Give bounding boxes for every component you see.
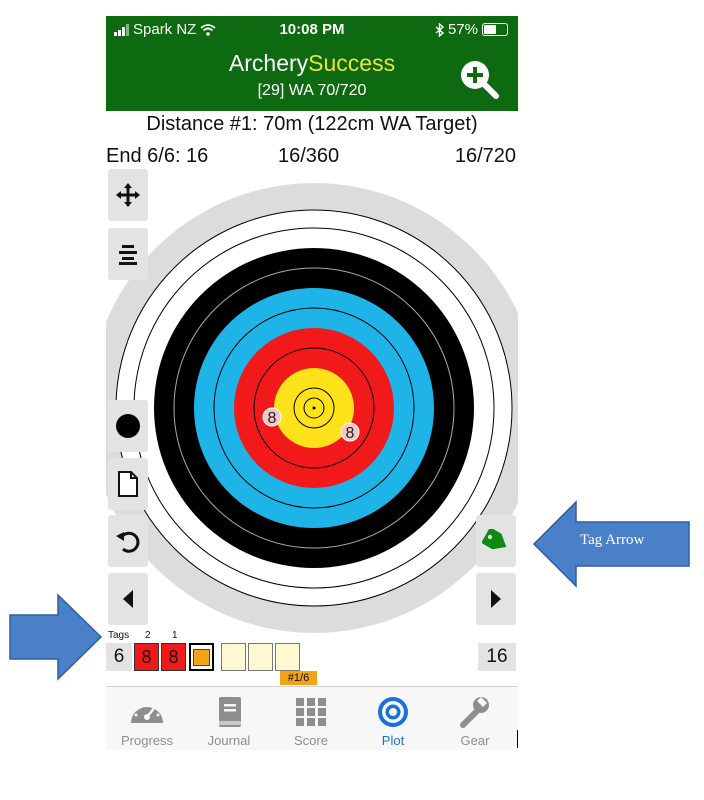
document-icon	[118, 471, 138, 497]
tab-gear[interactable]: Gear	[434, 687, 516, 750]
app-title-part2: Success	[308, 50, 396, 76]
tab-plot[interactable]: Plot	[352, 687, 434, 750]
arrow-score-cell-selected[interactable]	[189, 643, 214, 671]
wrench-icon	[460, 697, 489, 728]
divider-line	[517, 730, 518, 748]
tag-arrow-button[interactable]	[476, 515, 516, 567]
next-end-button[interactable]	[476, 573, 516, 625]
dot-icon	[116, 414, 140, 438]
callout-arrow-right-icon	[9, 593, 103, 681]
status-right-group: 57%	[435, 21, 508, 38]
arrow-score-cell[interactable]: 8	[134, 643, 159, 671]
book-icon	[219, 697, 241, 727]
bluetooth-icon	[435, 22, 444, 37]
tab-label: Plot	[381, 733, 405, 748]
app-title: ArcherySuccess	[106, 50, 518, 77]
chevron-right-icon	[491, 590, 501, 608]
undo-icon	[116, 531, 140, 553]
battery-percent: 57%	[447, 21, 478, 38]
end-number: 6	[106, 643, 132, 671]
zoom-in-icon[interactable]	[458, 58, 500, 100]
tab-label: Score	[294, 733, 328, 748]
tab-score[interactable]: Score	[270, 687, 352, 750]
tags-row-callout	[8, 593, 104, 681]
move-button[interactable]	[108, 169, 148, 221]
tab-label: Progress	[120, 733, 174, 748]
target-icon	[378, 697, 408, 727]
callout-text: Tag Arrow	[580, 532, 645, 548]
grid-icon	[296, 698, 326, 726]
phone-screen: Spark NZ 10:08 PM 57% ArcherySuccess [29…	[106, 16, 518, 750]
app-title-part1: Archery	[228, 50, 309, 76]
tag-icon	[482, 529, 507, 550]
round-subtitle: [29] WA 70/720	[257, 82, 367, 99]
tab-progress[interactable]: Progress	[106, 687, 188, 750]
distance-info: Distance #1: 70m (122cm WA Target)	[146, 113, 478, 135]
current-arrow-marker	[193, 648, 210, 666]
previous-end-button[interactable]	[108, 573, 148, 625]
end-indicator: #1/6	[280, 671, 317, 685]
align-center-icon	[119, 245, 137, 265]
tab-bar: Progress Journal Score Plot Gear	[106, 686, 518, 750]
undo-button[interactable]	[108, 515, 148, 567]
tag-number: 1	[172, 630, 178, 641]
round-total: 16/720	[454, 145, 516, 167]
move-icon	[116, 183, 140, 207]
tab-label: Journal	[207, 733, 251, 748]
tab-journal[interactable]: Journal	[188, 687, 270, 750]
arrow-hit-label: 8	[346, 425, 355, 442]
arrow-marker-button[interactable]	[108, 400, 148, 452]
end-score: End 6/6: 16	[106, 145, 209, 167]
target-face[interactable]: 8 8	[106, 176, 518, 636]
arrow-score-cell-empty[interactable]	[221, 643, 246, 671]
gauge-icon	[131, 702, 163, 723]
status-bar: Spark NZ 10:08 PM 57%	[106, 16, 518, 44]
tag-arrow-callout: Tag Arrow	[532, 500, 692, 588]
tag-number: 2	[145, 630, 151, 641]
tags-label: Tags	[108, 630, 130, 641]
notes-button[interactable]	[108, 458, 148, 510]
arrow-hit-label: 8	[268, 410, 277, 427]
arrow-score-cell[interactable]: 8	[161, 643, 186, 671]
end-total: 16	[478, 643, 516, 671]
arrow-score-cell-empty[interactable]	[275, 643, 300, 671]
arrow-score-cell-empty[interactable]	[248, 643, 273, 671]
running-total: 16/360	[278, 145, 340, 167]
chevron-left-icon	[123, 590, 133, 608]
align-button[interactable]	[108, 228, 148, 280]
tab-label: Gear	[460, 733, 490, 748]
app-header: ArcherySuccess [29] WA 70/720	[106, 44, 518, 111]
battery-icon	[482, 23, 508, 36]
